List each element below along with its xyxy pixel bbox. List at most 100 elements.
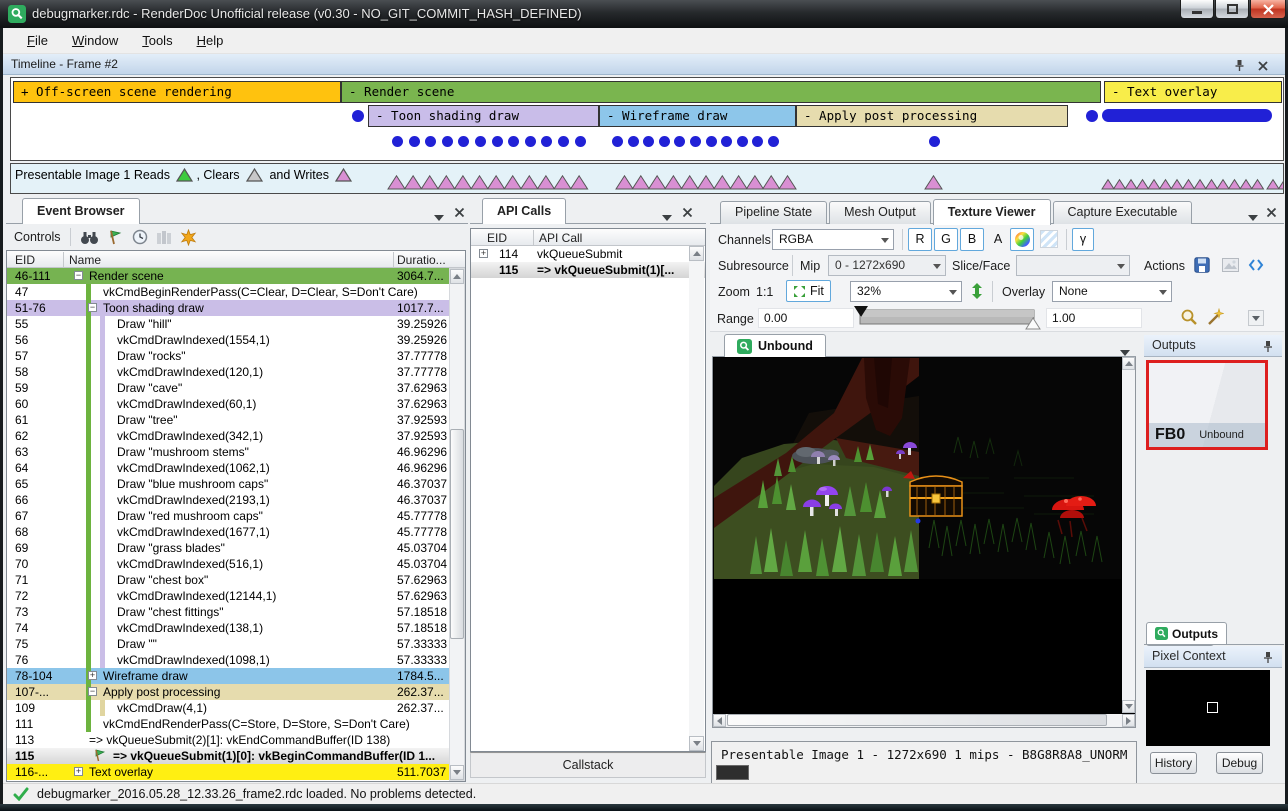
- event-row[interactable]: 60vkCmdDrawIndexed(60,1)37.62963: [7, 396, 465, 412]
- event-row[interactable]: 111vkCmdEndRenderPass(C=Store, D=Store, …: [7, 716, 465, 732]
- chevron-down-icon[interactable]: [434, 208, 448, 222]
- event-dot[interactable]: [674, 136, 685, 147]
- minimize-button[interactable]: [1180, 0, 1214, 19]
- alpha-background-checker-button[interactable]: [1040, 230, 1058, 248]
- event-row[interactable]: 109vkCmdDraw(4,1)262.37...: [7, 700, 465, 716]
- event-row[interactable]: 107-...−Apply post processing262.37...: [7, 684, 465, 700]
- event-row[interactable]: 74vkCmdDrawIndexed(138,1)57.18518: [7, 620, 465, 636]
- save-texture-icon[interactable]: [1192, 255, 1212, 275]
- event-dot[interactable]: [690, 136, 701, 147]
- tab-api-calls[interactable]: API Calls: [482, 198, 566, 224]
- tab-outputs[interactable]: Outputs: [1146, 622, 1227, 644]
- maximize-button[interactable]: [1215, 0, 1249, 19]
- col-eid[interactable]: EID: [487, 231, 507, 245]
- event-dot[interactable]: [442, 136, 453, 147]
- event-row[interactable]: 65Draw "blue mushroom caps"46.37037: [7, 476, 465, 492]
- event-row[interactable]: 76vkCmdDrawIndexed(1098,1)57.33333: [7, 652, 465, 668]
- custom-visualisation-wheel-button[interactable]: [1010, 228, 1034, 251]
- event-row[interactable]: 58vkCmdDrawIndexed(120,1)37.77778: [7, 364, 465, 380]
- close-button[interactable]: [1250, 0, 1286, 19]
- menu-window[interactable]: Window: [62, 30, 128, 51]
- event-dot[interactable]: [541, 136, 552, 147]
- event-dot[interactable]: [409, 136, 420, 147]
- outputs-header[interactable]: Outputs: [1144, 335, 1282, 357]
- event-row[interactable]: 113=> vkQueueSubmit(2)[1]: vkEndCommandB…: [7, 732, 465, 748]
- pixel-context-view[interactable]: [1146, 670, 1270, 746]
- event-row[interactable]: 61Draw "tree"37.92593: [7, 412, 465, 428]
- texture-hscrollbar[interactable]: [713, 714, 1135, 727]
- texture-vscrollbar[interactable]: [1122, 357, 1135, 713]
- pin-icon[interactable]: [1262, 650, 1274, 671]
- channels-select[interactable]: RGBA: [772, 229, 894, 250]
- event-dot[interactable]: [352, 110, 364, 122]
- find-event-icon[interactable]: [80, 230, 99, 245]
- bookmark-icon[interactable]: [180, 229, 197, 246]
- event-row[interactable]: 72vkCmdDrawIndexed(12144,1)57.62963: [7, 588, 465, 604]
- api-call-row[interactable]: 115=> vkQueueSubmit(1)[...: [471, 262, 705, 278]
- event-row[interactable]: 70vkCmdDrawIndexed(516,1)45.03704: [7, 556, 465, 572]
- tab-event-browser[interactable]: Event Browser: [22, 198, 140, 224]
- event-row[interactable]: 46-111−Render scene3064.7...: [7, 268, 465, 284]
- event-row[interactable]: 71Draw "chest box"57.62963: [7, 572, 465, 588]
- event-dot[interactable]: [508, 136, 519, 147]
- event-dot[interactable]: [643, 136, 654, 147]
- collapse-toggle[interactable]: −: [88, 303, 97, 312]
- close-icon[interactable]: [1266, 205, 1280, 219]
- chevron-down-icon[interactable]: [1248, 208, 1262, 222]
- collapse-toggle[interactable]: −: [88, 687, 97, 696]
- expand-toggle[interactable]: +: [479, 249, 488, 258]
- zoom-fit-button[interactable]: Fit: [786, 280, 831, 302]
- event-row[interactable]: 62vkCmdDrawIndexed(342,1)37.92593: [7, 428, 465, 444]
- zoom-1to1-button[interactable]: 1:1: [756, 285, 773, 299]
- event-row[interactable]: 51-76−Toon shading draw1017.7...: [7, 300, 465, 316]
- scrollbar-thumb[interactable]: [450, 429, 464, 639]
- event-row[interactable]: 73Draw "chest fittings"57.18518: [7, 604, 465, 620]
- menu-help[interactable]: Help: [187, 30, 234, 51]
- time-draws-clock-icon[interactable]: [132, 229, 148, 245]
- close-icon[interactable]: [682, 205, 696, 219]
- timeline-bar[interactable]: - Render scene: [341, 81, 1101, 103]
- event-dot[interactable]: [659, 136, 670, 147]
- expand-toggle[interactable]: +: [74, 767, 83, 776]
- chevron-down-icon[interactable]: [662, 208, 676, 222]
- timeline-bar[interactable]: - Toon shading draw: [368, 105, 599, 127]
- pin-icon[interactable]: [1233, 58, 1246, 78]
- channel-g-button[interactable]: G: [934, 228, 958, 251]
- event-row[interactable]: 56vkCmdDrawIndexed(1554,1)39.25926: [7, 332, 465, 348]
- event-dot-run[interactable]: [1102, 109, 1272, 122]
- timeline-header[interactable]: Timeline - Frame #2: [3, 54, 1285, 75]
- event-dot[interactable]: [706, 136, 717, 147]
- flip-vertical-icon[interactable]: [968, 281, 986, 301]
- event-table-header[interactable]: EID Name Duratio...: [7, 251, 465, 268]
- channel-b-button[interactable]: B: [960, 228, 984, 251]
- close-icon[interactable]: [1257, 58, 1269, 78]
- timeline-bars[interactable]: + Off-screen scene rendering- Render sce…: [10, 77, 1284, 161]
- col-api-call[interactable]: API Call: [539, 231, 582, 245]
- goto-event-flag-icon[interactable]: [107, 229, 124, 245]
- api-call-row[interactable]: +114vkQueueSubmit: [471, 246, 705, 262]
- event-row[interactable]: 75Draw ""57.33333: [7, 636, 465, 652]
- texture-canvas[interactable]: [712, 357, 1136, 728]
- timeline-bar[interactable]: - Text overlay: [1104, 81, 1282, 103]
- pin-icon[interactable]: [1262, 339, 1274, 360]
- event-row[interactable]: 55Draw "hill"39.25926: [7, 316, 465, 332]
- event-dot[interactable]: [458, 136, 469, 147]
- event-dot[interactable]: [721, 136, 732, 147]
- event-dot[interactable]: [1086, 110, 1098, 122]
- menu-file[interactable]: File: [17, 30, 58, 51]
- texture-image[interactable]: [714, 358, 1121, 579]
- tab-unbound[interactable]: Unbound: [724, 334, 826, 357]
- tab-texture-viewer[interactable]: Texture Viewer: [933, 199, 1051, 225]
- channel-a-button[interactable]: A: [986, 228, 1010, 251]
- event-row[interactable]: 64vkCmdDrawIndexed(1062,1)46.96296: [7, 460, 465, 476]
- col-eid[interactable]: EID: [15, 253, 35, 267]
- tab-capture-executable[interactable]: Capture Executable: [1053, 201, 1193, 224]
- event-dot[interactable]: [492, 136, 503, 147]
- menu-tools[interactable]: Tools: [132, 30, 182, 51]
- event-row[interactable]: 68vkCmdDrawIndexed(1677,1)45.77778: [7, 524, 465, 540]
- event-dot[interactable]: [475, 136, 486, 147]
- range-min-input[interactable]: 0.00: [758, 308, 854, 328]
- tab-mesh-output[interactable]: Mesh Output: [829, 201, 931, 224]
- tab-pipeline-state[interactable]: Pipeline State: [720, 201, 827, 224]
- event-row[interactable]: 66vkCmdDrawIndexed(2193,1)46.37037: [7, 492, 465, 508]
